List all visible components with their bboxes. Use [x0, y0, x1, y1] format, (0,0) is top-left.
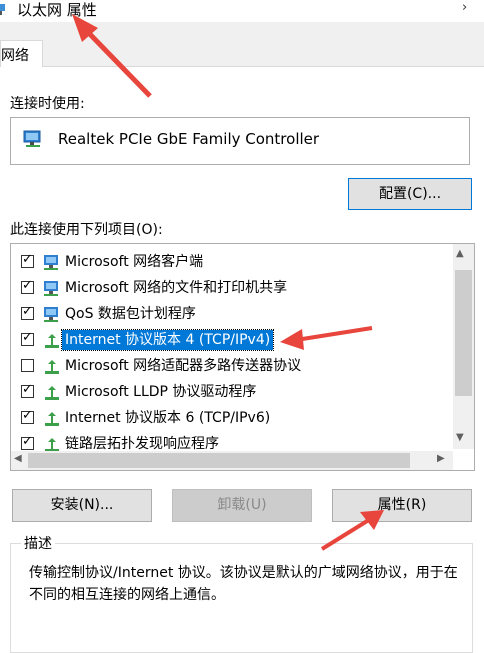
list-item-file-share[interactable]: Microsoft 网络的文件和打印机共享 — [21, 278, 461, 300]
protocol-icon — [45, 412, 59, 426]
adapter-name: Realtek PCIe GbE Family Controller — [58, 130, 320, 148]
tab-strip — [0, 22, 484, 66]
components-list[interactable]: Microsoft 网络客户端 Microsoft 网络的文件和打印机共享 Qo… — [10, 243, 475, 471]
list-item-label: Microsoft 网络客户端 — [65, 254, 204, 270]
list-item-ipv6[interactable]: Internet 协议版本 6 (TCP/IPv6) — [21, 408, 461, 430]
tab-label: 网络 — [1, 48, 29, 64]
protocol-icon — [45, 360, 59, 374]
protocol-icon — [45, 334, 59, 348]
install-button[interactable]: 安装(N)... — [12, 489, 152, 522]
file-share-icon — [44, 281, 58, 296]
list-item-label: Microsoft LLDP 协议驱动程序 — [65, 384, 257, 400]
checkbox[interactable] — [21, 408, 34, 424]
properties-button[interactable]: 属性(R) — [332, 489, 472, 522]
checkbox[interactable] — [21, 330, 34, 346]
protocol-icon — [45, 386, 59, 400]
checkbox[interactable] — [21, 252, 34, 268]
vertical-scroll-thumb[interactable] — [455, 270, 472, 396]
scroll-up-icon[interactable]: ▲ — [456, 248, 464, 259]
checkbox[interactable] — [21, 382, 34, 398]
network-adapter-icon — [23, 130, 41, 147]
tab-network[interactable]: 网络 — [0, 40, 43, 67]
description-title: 描述 — [21, 533, 55, 553]
description-text: 传输控制协议/Internet 协议。该协议是默认的广域网络协议，用于在不同的相… — [29, 565, 458, 603]
list-item-multiplexor[interactable]: Microsoft 网络适配器多路传送器协议 — [21, 356, 461, 378]
list-item-ms-client[interactable]: Microsoft 网络客户端 — [21, 252, 461, 274]
list-item-ipv4[interactable]: Internet 协议版本 4 (TCP/IPv4) — [21, 329, 461, 352]
list-item-label: Microsoft 网络适配器多路传送器协议 — [65, 358, 302, 374]
checkbox[interactable] — [21, 304, 34, 320]
list-item-label: Internet 协议版本 4 (TCP/IPv4) — [60, 329, 275, 351]
scroll-right-icon[interactable]: ▶ — [437, 453, 445, 464]
checkbox[interactable] — [21, 278, 34, 294]
list-item-lldp[interactable]: Microsoft LLDP 协议驱动程序 — [21, 382, 461, 404]
items-label: 此连接使用下列项目(O): — [10, 222, 163, 238]
connect-using-label: 连接时使用: — [10, 96, 85, 112]
checkbox[interactable] — [21, 359, 34, 372]
list-item-label: Internet 协议版本 6 (TCP/IPv6) — [65, 410, 271, 426]
configure-button[interactable]: 配置(C)... — [348, 178, 472, 210]
list-item-qos[interactable]: QoS 数据包计划程序 — [21, 304, 461, 326]
network-client-icon — [44, 255, 58, 270]
qos-icon — [44, 307, 58, 322]
window-title: 以太网 属性 — [17, 1, 97, 19]
scroll-left-icon[interactable]: ◀ — [14, 453, 22, 464]
list-item-label: QoS 数据包计划程序 — [65, 306, 196, 322]
uninstall-button: 卸载(U) — [172, 489, 312, 522]
chevron-right-icon[interactable]: › — [462, 0, 467, 15]
list-item-label: Microsoft 网络的文件和打印机共享 — [65, 280, 288, 296]
network-adapter-icon — [0, 4, 5, 15]
scroll-down-icon[interactable]: ▼ — [456, 432, 464, 443]
checkbox[interactable] — [21, 434, 34, 450]
horizontal-scroll-thumb[interactable] — [28, 453, 410, 468]
